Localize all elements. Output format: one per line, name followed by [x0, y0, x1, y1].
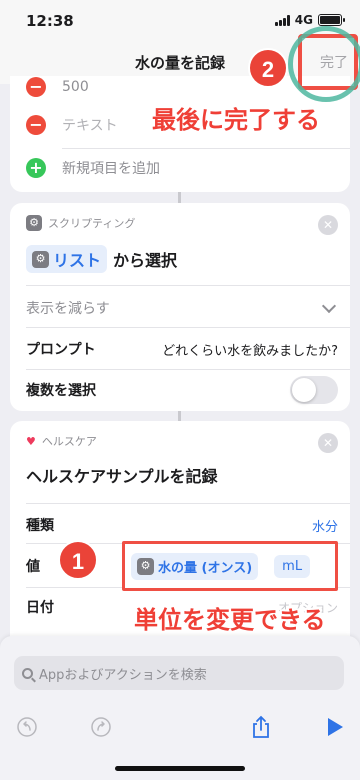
home-indicator [115, 766, 245, 771]
variable-token-water-amount[interactable]: ⚙ 水の量 (オンス) [131, 552, 259, 580]
status-indicators: 4G [274, 13, 345, 27]
show-less-row[interactable]: 表示を減らす [26, 291, 338, 325]
multi-select-row: 複数を選択 [26, 371, 338, 409]
unit-token[interactable]: mL [274, 554, 311, 578]
value-label: 値 [26, 559, 40, 575]
add-item-icon[interactable]: + [26, 158, 46, 178]
annotation-unit-text: 単位を変更できる [134, 606, 326, 634]
redo-icon[interactable] [90, 716, 112, 738]
remove-item-icon[interactable]: − [26, 115, 46, 135]
list-item-label[interactable]: テキスト [62, 115, 118, 135]
type-value[interactable]: 水分 [312, 516, 338, 535]
list-item-label[interactable]: 500 [62, 79, 89, 95]
search-icon [22, 667, 33, 679]
status-time: 12:38 [26, 12, 74, 30]
prompt-label: プロンプト [26, 342, 96, 358]
signal-icon [274, 14, 290, 26]
date-label: 日付 [26, 600, 54, 616]
action-title: ヘルスケアサンプルを記録 [26, 467, 218, 486]
close-icon[interactable]: ✕ [318, 215, 338, 235]
flow-connector [178, 192, 181, 203]
type-row: 種類 水分 [26, 507, 338, 543]
flow-connector [178, 411, 181, 421]
annotation-finish-text: 最後に完了する [152, 106, 320, 134]
search-placeholder: Appおよびアクションを検索 [39, 667, 207, 683]
action-summary: ⚙ リスト から選択 [26, 245, 177, 273]
card-category: ⚙ スクリプティング [26, 215, 135, 231]
prompt-field[interactable]: どれくらい水を飲みましたか? [162, 340, 338, 359]
bottom-sheet: Appおよびアクションを検索 [0, 636, 360, 780]
choose-from-list-card: ⚙ スクリプティング ✕ ⚙ リスト から選択 表示を減らす プロンプト どれく… [10, 203, 350, 411]
play-icon[interactable] [324, 716, 346, 738]
heart-icon: ♥ [26, 434, 36, 448]
card-category: ♥ ヘルスケア [26, 434, 97, 449]
share-icon[interactable] [250, 715, 272, 738]
tap-indicator-ring [288, 26, 360, 102]
prompt-row: プロンプト どれくらい水を飲みましたか? [26, 331, 338, 367]
chevron-down-icon[interactable] [321, 298, 337, 314]
multi-select-label: 複数を選択 [26, 383, 96, 399]
multi-select-toggle[interactable] [290, 376, 338, 404]
gear-icon: ⚙ [26, 215, 42, 231]
show-less-label[interactable]: 表示を減らす [26, 298, 110, 318]
highlight-value-box: ⚙ 水の量 (オンス) mL [122, 541, 338, 591]
variable-token-list[interactable]: ⚙ リスト [26, 245, 108, 273]
add-item-label[interactable]: 新規項目を追加 [62, 158, 160, 178]
remove-item-icon[interactable]: − [26, 77, 46, 97]
undo-icon[interactable] [16, 716, 38, 738]
battery-icon [318, 14, 345, 26]
close-icon[interactable]: ✕ [318, 433, 338, 453]
network-label: 4G [294, 13, 313, 27]
gear-icon: ⚙ [137, 557, 154, 575]
type-label: 種類 [26, 518, 54, 534]
gear-icon: ⚙ [32, 250, 49, 268]
step-badge-2: 2 [248, 48, 288, 88]
search-input[interactable]: Appおよびアクションを検索 [14, 656, 344, 690]
step-badge-1: 1 [58, 540, 98, 580]
add-item-row[interactable]: + 新規項目を追加 [10, 149, 350, 187]
